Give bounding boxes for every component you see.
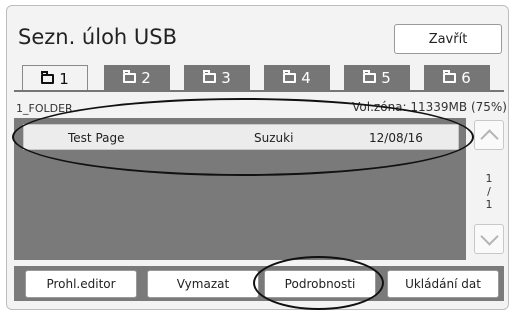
scroll-down-button[interactable] xyxy=(474,224,504,254)
delete-button[interactable]: Vymazat xyxy=(147,270,259,298)
folder-name: 1_FOLDER xyxy=(16,102,73,115)
folder-tabs: 1 2 3 4 5 6 xyxy=(22,65,502,91)
tab-label: 5 xyxy=(381,68,391,87)
chevron-down-icon xyxy=(479,226,499,246)
folder-icon xyxy=(203,69,217,83)
editor-button[interactable]: Prohl.editor xyxy=(25,270,137,298)
scroll-up-button[interactable] xyxy=(474,120,504,150)
dialog-title: Sezn. úloh USB xyxy=(18,25,178,49)
tab-folder-1[interactable]: 1 xyxy=(22,65,88,91)
total-pages: 1 xyxy=(485,198,493,211)
job-name: Test Page xyxy=(68,131,125,145)
tab-label: 4 xyxy=(301,68,311,87)
list-scrollbar: 1 / 1 xyxy=(474,118,505,260)
save-data-button[interactable]: Ukládání dat xyxy=(387,270,499,298)
tab-folder-3[interactable]: 3 xyxy=(184,65,250,90)
details-button[interactable]: Podrobnosti xyxy=(264,270,376,298)
tab-label: 2 xyxy=(141,68,151,87)
job-date: 12/08/16 xyxy=(369,131,423,145)
folder-icon xyxy=(283,69,297,83)
tab-bar-divider xyxy=(14,90,504,92)
folder-icon xyxy=(123,69,137,83)
tab-folder-2[interactable]: 2 xyxy=(104,65,170,90)
folder-icon xyxy=(363,69,377,83)
page-indicator: 1 / 1 xyxy=(474,172,504,211)
tab-label: 1 xyxy=(59,69,69,88)
tab-folder-5[interactable]: 5 xyxy=(344,65,410,90)
folder-icon xyxy=(41,70,55,84)
tab-label: 3 xyxy=(221,68,231,87)
folder-icon xyxy=(443,69,457,83)
job-row[interactable]: Test Page Suzuki 12/08/16 xyxy=(23,124,459,150)
close-button[interactable]: Zavřít xyxy=(394,24,502,54)
volume-info: Vol.zóna: 11339MB (75%) xyxy=(352,100,507,114)
current-page: 1 xyxy=(485,172,493,185)
tab-folder-6[interactable]: 6 xyxy=(424,65,490,90)
tab-folder-4[interactable]: 4 xyxy=(264,65,330,90)
chevron-up-icon xyxy=(479,128,499,148)
job-owner: Suzuki xyxy=(254,131,294,145)
page-separator: / xyxy=(487,185,491,198)
tab-label: 6 xyxy=(461,68,471,87)
